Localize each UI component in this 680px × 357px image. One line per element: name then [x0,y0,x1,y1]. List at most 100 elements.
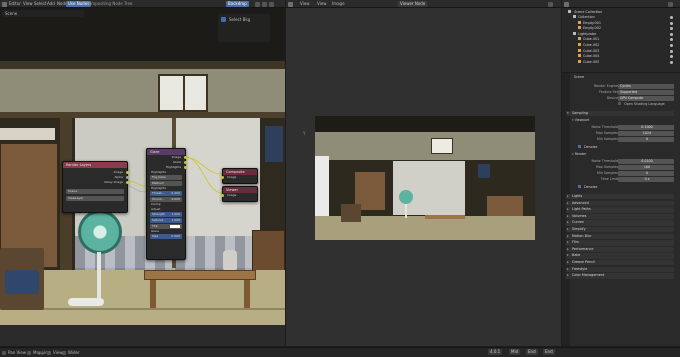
panel-header-section[interactable]: ▸ Advanced [566,200,674,206]
slot-label[interactable]: Select Bkg [229,16,250,23]
viewport-denoise-row[interactable]: Denoise [578,145,597,150]
backdrop-slot-panel[interactable]: Select Bkg [218,14,270,42]
compositor-backdrop[interactable]: Render Layers Image Alpha Noisy Image Sc… [0,8,285,325]
viewport-min-samples-row[interactable]: Min Samples 0 [562,137,680,143]
menu-add[interactable]: Add [47,0,55,7]
outliner-type-icon[interactable] [564,1,569,7]
socket-glare-glare-out[interactable] [184,161,187,164]
visibility-eye-icon[interactable] [670,60,673,64]
glare-threshold-field[interactable]: Thresh... 0.200 [150,191,182,196]
device-row[interactable]: Device GPU Compute [562,96,680,102]
snap-icon[interactable] [262,1,267,7]
filter-icon[interactable] [668,1,673,7]
visibility-eye-icon[interactable] [670,38,673,42]
visibility-eye-icon[interactable] [670,49,673,53]
socket-alpha-out[interactable] [126,176,129,179]
outliner-item[interactable]: Empty.002 [578,26,676,31]
panel-header-section[interactable]: ▸ Bake [566,253,674,259]
viewer-menu-view[interactable]: View [300,0,310,7]
viewer-node[interactable]: Viewer Image [221,186,258,202]
viewport-denoise-checkbox[interactable] [578,145,581,148]
image-editor-icon[interactable] [288,1,293,7]
render-preview[interactable] [315,116,535,240]
outliner-item[interactable]: Cube.004 [578,54,676,59]
viewport-subpanel[interactable]: ▾ Viewport [572,118,589,123]
outliner-item[interactable]: Cube.003 [578,48,676,54]
panel-header-section[interactable]: ▸ Volumes [566,213,674,220]
visibility-eye-icon[interactable] [670,27,673,31]
menu-view[interactable]: View [23,0,33,7]
visibility-eye-icon[interactable] [670,44,673,47]
glare-strength-field[interactable]: Strength 1.000 [150,212,182,217]
view-layer-selector[interactable]: ViewLayer [66,196,124,201]
render-engine-row[interactable]: Render Engine Cycles [562,84,680,90]
menu-select[interactable]: Select [34,0,46,7]
panel-header-section[interactable]: ▸ Motion Blur [566,233,674,239]
glare-adjust-section[interactable]: Adjust [147,207,185,212]
scene-selector[interactable]: Scene [66,189,124,194]
composite-input-image[interactable]: Image [221,175,257,180]
render-max-samples-field[interactable]: 100 [618,165,674,171]
image-viewer[interactable]: Y [286,8,561,346]
viewport-noise-threshold-field[interactable]: 0.1000 [618,125,674,131]
outliner-item[interactable]: Empty.001 [578,20,676,26]
scene-header-pill[interactable]: Scene [2,10,84,17]
panel-header-section[interactable]: ▸ Curves [566,220,674,226]
feature-set-row[interactable]: Feature Set Supported [562,90,680,96]
viewport-max-samples-row[interactable]: Max Samples 1024 [562,131,680,137]
time-limit-field[interactable]: 0 s [618,177,674,183]
render-layers-node[interactable]: Render Layers Image Alpha Noisy Image Sc… [62,161,129,213]
status-mid[interactable]: Mid [509,349,521,355]
visibility-eye-icon[interactable] [670,55,673,59]
outliner-item[interactable]: Collection [573,15,676,20]
render-denoise-row[interactable]: Denoise [578,185,597,190]
socket-noisy-out[interactable] [126,181,129,184]
panel-header-section[interactable]: ▸ Light Paths [566,207,674,213]
outliner[interactable]: Scene Collection Collection Empty.001 Empt… [562,8,680,72]
overlay-icon[interactable] [255,1,260,7]
viewer-menu-view2[interactable]: View [317,0,327,7]
socket-composite-image-in[interactable] [221,176,224,179]
render-max-samples-row[interactable]: Max Samples 100 [562,165,680,171]
glare-highlights-section[interactable]: Highlights [147,186,185,191]
glare-input-highlights[interactable]: Highlights [147,170,185,175]
viewport-max-samples-field[interactable]: 1024 [618,131,674,137]
socket-viewer-image-in[interactable] [221,194,224,197]
status-version[interactable]: 4.0.1 [488,349,503,355]
glare-glare-section[interactable]: Glare [147,229,185,234]
panel-header-section[interactable]: ▸ Color Management [566,273,674,279]
outliner-item[interactable]: Cube.002 [578,43,676,48]
status-end-2[interactable]: End [543,349,555,355]
render-subpanel[interactable]: ▾ Render [572,152,586,157]
time-limit-row[interactable]: Time Limit 0 s [562,177,680,183]
panel-header-section[interactable]: ▸ Performance [566,246,674,253]
panel-header-section[interactable]: ▸ Lights [566,194,674,200]
sampling-panel-header[interactable]: ▾ Sampling [566,111,674,117]
glare-node[interactable]: Glare Image Glare Highlights Highlights … [146,148,187,260]
feature-set-dropdown[interactable]: Supported [618,90,674,96]
socket-glare-image-out[interactable] [184,156,187,159]
visibility-eye-icon[interactable] [670,21,673,25]
visibility-eye-icon[interactable] [670,32,673,36]
editor-type-icon[interactable] [2,1,7,7]
osl-checkbox[interactable] [618,102,621,105]
render-min-samples-field[interactable]: 0 [618,171,674,177]
glare-type-dropdown[interactable]: Fog Glow [150,175,182,180]
outliner-item[interactable]: Lightprobe [573,31,676,37]
glare-saturation-field[interactable]: Saturat... 1.000 [150,218,182,223]
display-channels-icon[interactable] [548,1,553,7]
outliner-item[interactable]: Cube.001 [578,37,676,42]
panel-header-section[interactable]: ▸ Freestyle [566,266,674,272]
status-end-1[interactable]: End [526,349,538,355]
glare-tint-swatch[interactable] [170,225,180,228]
outliner-scene-collection[interactable]: Scene Collection [568,10,602,15]
panel-header-section[interactable]: ▸ Film [566,240,674,246]
menu-editor[interactable]: Editor [9,0,21,7]
render-noise-threshold-field[interactable]: 0.0100 [618,159,674,165]
socket-glare-highlights-out[interactable] [184,166,187,169]
render-layers-header[interactable]: Render Layers [63,162,127,168]
render-noise-threshold-row[interactable]: Noise Threshold 0.0100 [562,159,680,165]
properties-editor[interactable]: Scene Render Engine Cycles Feature Set S… [562,73,680,346]
render-min-samples-row[interactable]: Min Samples 0 [562,171,680,177]
composite-node[interactable]: Composite Image [221,168,258,184]
